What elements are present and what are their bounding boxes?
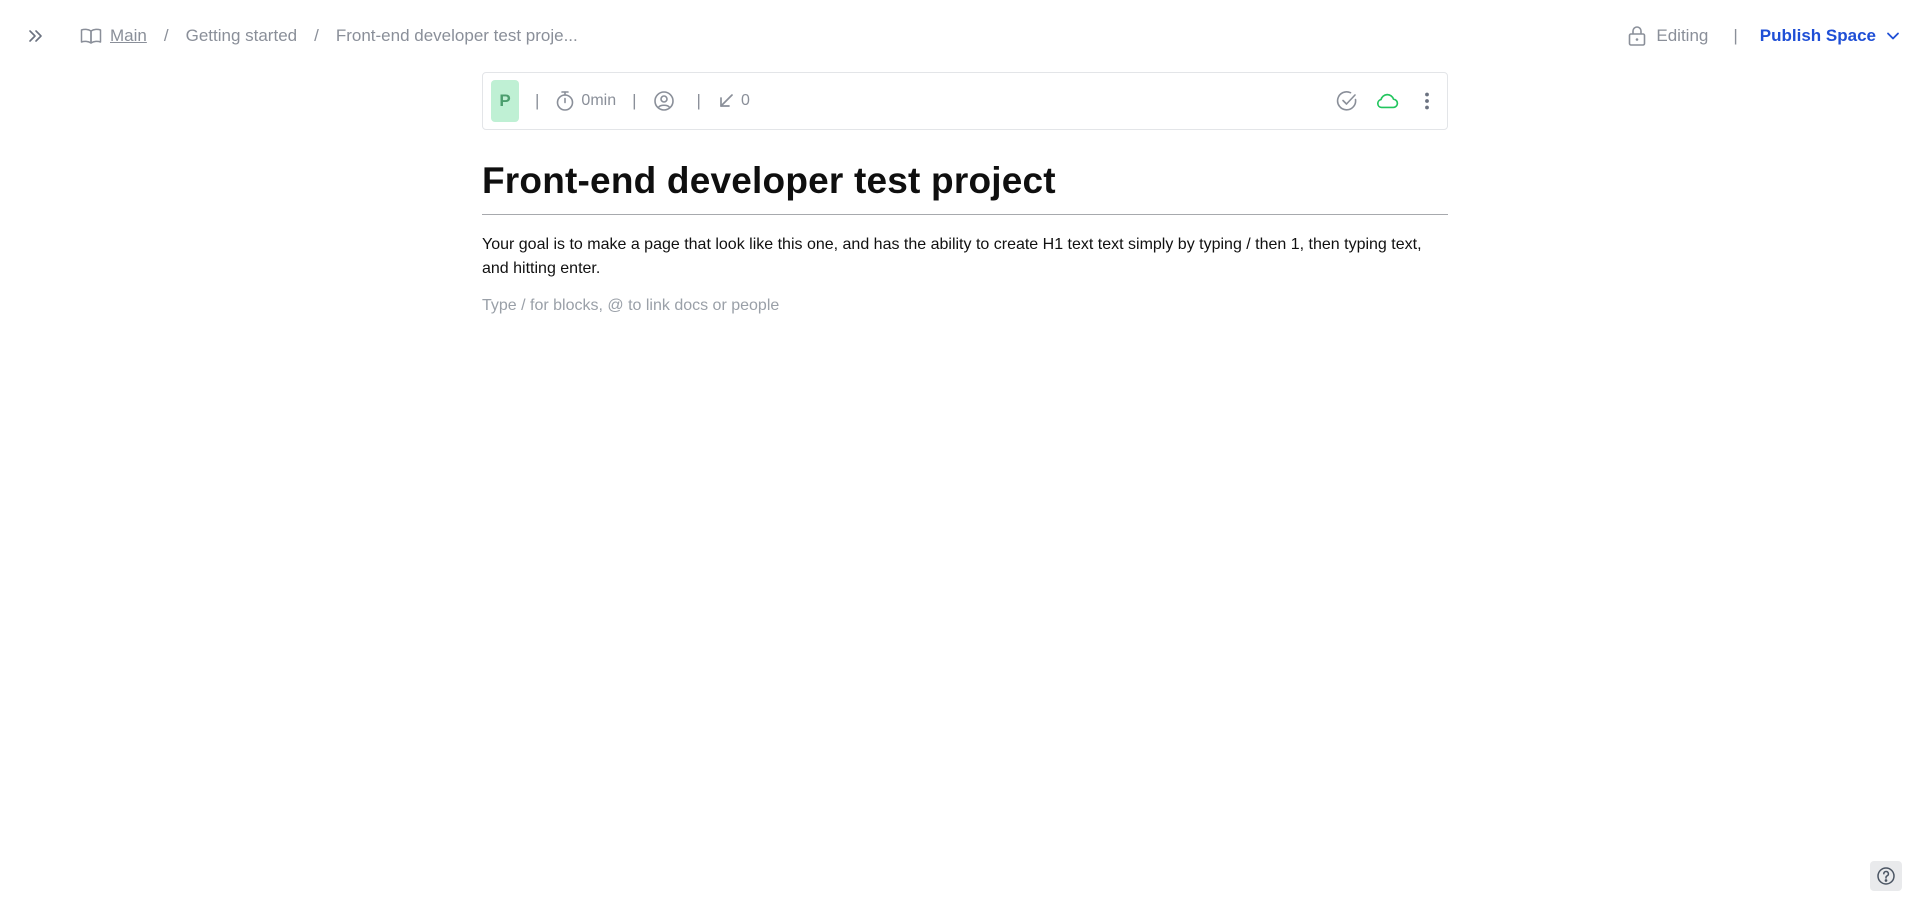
expand-sidebar-button[interactable]	[24, 24, 48, 48]
page: Main / Getting started / Front-end devel…	[0, 0, 1920, 911]
breadcrumb-item-getting-started[interactable]: Getting started	[186, 26, 298, 46]
header-actions: Editing | Publish Space	[1627, 22, 1900, 50]
page-title[interactable]: Front-end developer test project	[482, 160, 1448, 215]
more-vertical-icon	[1425, 92, 1429, 110]
double-chevron-right-icon	[29, 30, 42, 42]
toolbar-separator: |	[535, 91, 540, 110]
more-options-button[interactable]	[1415, 89, 1439, 113]
breadcrumb-item-current-page[interactable]: Front-end developer test proje...	[336, 26, 578, 46]
toolbar-actions	[1335, 89, 1439, 113]
lock-icon[interactable]	[1627, 25, 1647, 47]
backlinks[interactable]: 0	[717, 92, 750, 110]
sync-status-button[interactable]	[1375, 89, 1399, 113]
breadcrumb-separator: /	[163, 26, 169, 45]
mark-complete-button[interactable]	[1335, 89, 1359, 113]
help-button[interactable]	[1870, 861, 1902, 891]
user-circle-icon	[653, 91, 674, 111]
backlinks-count: 0	[740, 92, 750, 109]
editor-placeholder[interactable]: Type / for blocks, @ to link docs or peo…	[482, 297, 1448, 315]
publish-space-button[interactable]: Publish Space	[1760, 26, 1900, 46]
book-open-icon	[80, 27, 102, 45]
stopwatch-icon	[557, 91, 574, 111]
avatar[interactable]: P	[491, 80, 519, 122]
document-toolbar: P | 0min | | 0	[482, 72, 1448, 130]
header-separator: |	[1733, 26, 1738, 45]
owner-button[interactable]	[653, 90, 681, 112]
editing-status: Editing	[1656, 26, 1709, 45]
chevron-down-icon	[1886, 31, 1900, 41]
cloud-icon	[1377, 93, 1399, 109]
publish-space-label: Publish Space	[1759, 26, 1876, 45]
help-circle-icon	[1877, 867, 1895, 885]
breadcrumb: Main / Getting started / Front-end devel…	[80, 24, 578, 48]
breadcrumb-separator: /	[314, 26, 319, 45]
reading-time[interactable]: 0min	[555, 90, 616, 112]
toolbar-separator: |	[696, 91, 701, 110]
arrow-down-left-icon	[720, 94, 733, 107]
breadcrumb-item-main[interactable]: Main	[110, 26, 147, 46]
top-bar: Main / Getting started / Front-end devel…	[0, 0, 1920, 73]
check-circle-icon	[1336, 91, 1357, 111]
reading-time-value: 0min	[581, 92, 617, 109]
document-editor[interactable]: Front-end developer test project Your go…	[482, 160, 1448, 315]
document-paragraph[interactable]: Your goal is to make a page that look li…	[482, 233, 1448, 281]
toolbar-separator: |	[632, 91, 637, 110]
